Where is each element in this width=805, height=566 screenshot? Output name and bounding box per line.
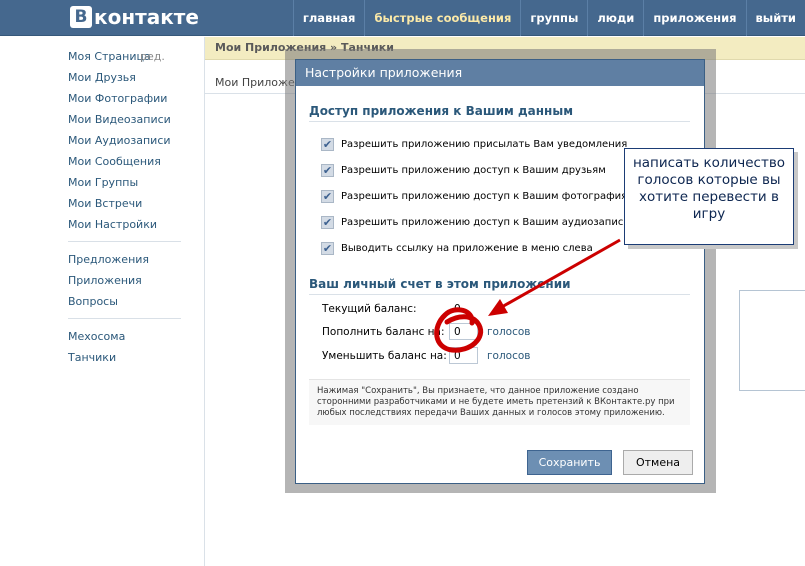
logo-text: контакте (94, 5, 199, 29)
sidebar-item-friends[interactable]: Мои Друзья (68, 69, 183, 90)
permission-label: Выводить ссылку на приложение в меню сле… (341, 242, 593, 254)
topup-input[interactable]: 0 (449, 323, 478, 340)
sidebar-item-groups[interactable]: Мои Группы (68, 174, 183, 195)
topup-unit: голосов (487, 326, 531, 338)
sidebar-item-questions[interactable]: Вопросы (68, 293, 183, 314)
permission-photos[interactable]: ✔ Разрешить приложению доступ к Вашим фо… (321, 188, 635, 204)
nav-apps[interactable]: приложения (643, 0, 745, 36)
checkbox-checked-icon[interactable]: ✔ (321, 241, 334, 255)
checkbox-checked-icon[interactable]: ✔ (321, 189, 334, 203)
sidebar-divider (68, 241, 181, 242)
vkontakte-logo[interactable]: В контакте (70, 5, 199, 29)
nav-home[interactable]: главная (292, 0, 365, 36)
nav-groups[interactable]: группы (520, 0, 587, 36)
reduce-unit: голосов (487, 350, 531, 362)
side-panel-box (739, 290, 805, 391)
edit-link[interactable]: ред. (140, 48, 165, 66)
sidebar-item-messages[interactable]: Мои Сообщения (68, 153, 183, 174)
sidebar-item-offers[interactable]: Предложения (68, 251, 183, 272)
topup-label: Пополнить баланс на: (322, 326, 445, 338)
sidebar-divider (68, 318, 181, 319)
sidebar-item-audio[interactable]: Мои Аудиозаписи (68, 132, 183, 153)
current-balance-value: 0 (454, 303, 461, 315)
save-button[interactable]: Сохранить (527, 450, 612, 475)
reduce-input[interactable]: 0 (449, 347, 478, 364)
permission-notifications[interactable]: ✔ Разрешить приложению присылать Вам уве… (321, 136, 627, 152)
sidebar-item-my-page[interactable]: Моя Страница ред. (68, 48, 183, 69)
permission-label: Разрешить приложению доступ к Вашим ауди… (341, 216, 637, 228)
top-nav: главная быстрые сообщения группы люди пр… (292, 0, 805, 36)
content-divider (204, 37, 205, 566)
nav-quick-messages[interactable]: быстрые сообщения (364, 0, 520, 36)
sidebar-item-videos[interactable]: Мои Видеозаписи (68, 111, 183, 132)
terms-notice: Нажимая "Сохранить", Вы признаете, что д… (309, 379, 690, 425)
account-section-title: Ваш личный счет в этом приложении (309, 277, 690, 295)
sidebar-item-applications[interactable]: Приложения (68, 272, 183, 293)
annotation-callout: написать количество голосов которые вы х… (624, 148, 794, 245)
permission-friends[interactable]: ✔ Разрешить приложению доступ к Вашим др… (321, 162, 606, 178)
permission-audio[interactable]: ✔ Разрешить приложению доступ к Вашим ау… (321, 214, 637, 230)
permission-label: Разрешить приложению доступ к Вашим друз… (341, 164, 606, 176)
top-header: В контакте главная быстрые сообщения гру… (0, 0, 805, 36)
left-sidebar: Моя Страница ред. Мои Друзья Мои Фотогра… (68, 48, 183, 370)
sidebar-item-mehosoma[interactable]: Мехосома (68, 328, 183, 349)
checkbox-checked-icon[interactable]: ✔ (321, 215, 334, 229)
sidebar-item-settings[interactable]: Мои Настройки (68, 216, 183, 237)
access-section-title: Доступ приложения к Вашим данным (309, 104, 690, 122)
tab-my-apps[interactable]: Мои Приложе (215, 76, 295, 89)
permission-label: Разрешить приложению присылать Вам уведо… (341, 138, 628, 150)
current-balance-label: Текущий баланс: (322, 303, 417, 315)
checkbox-checked-icon[interactable]: ✔ (321, 163, 334, 177)
sidebar-item-photos[interactable]: Мои Фотографии (68, 90, 183, 111)
reduce-label: Уменьшить баланс на: (322, 350, 447, 362)
cancel-button[interactable]: Отмена (623, 450, 693, 475)
checkbox-checked-icon[interactable]: ✔ (321, 137, 334, 151)
permission-menu-link[interactable]: ✔ Выводить ссылку на приложение в меню с… (321, 240, 593, 256)
nav-people[interactable]: люди (587, 0, 643, 36)
logo-letter: В (70, 6, 92, 28)
nav-logout[interactable]: выйти (745, 0, 805, 36)
sidebar-item-events[interactable]: Мои Встречи (68, 195, 183, 216)
sidebar-item-tanchiki[interactable]: Танчики (68, 349, 183, 370)
dialog-title: Настройки приложения (296, 60, 704, 86)
permission-label: Разрешить приложению доступ к Вашим фото… (341, 190, 635, 202)
app-settings-dialog: Настройки приложения Доступ приложения к… (295, 59, 705, 484)
sidebar-item-label[interactable]: Моя Страница (68, 50, 151, 63)
